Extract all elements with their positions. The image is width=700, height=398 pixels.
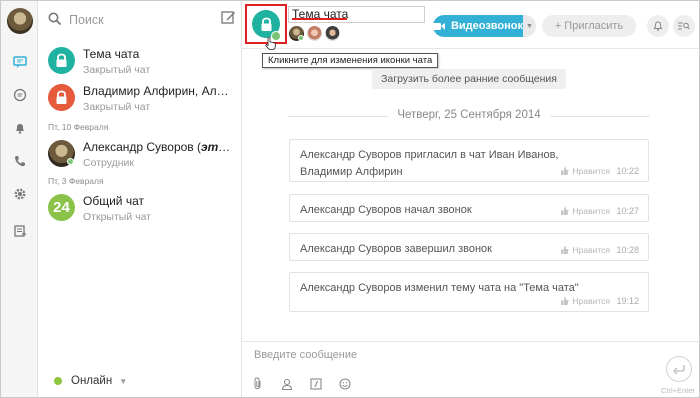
tooltip: Кликните для изменения иконки чата: [262, 53, 439, 68]
video-call-dropdown[interactable]: ▼: [523, 15, 536, 37]
enter-arrow-icon: [672, 364, 685, 374]
chat-item-name: Александр Суворов (это в...: [83, 140, 233, 154]
thumb-up-icon: [561, 207, 569, 215]
chat-item-tema[interactable]: Тема чата Закрытый чат: [38, 44, 242, 84]
day-separator: Четверг, 25 Сентября 2014: [288, 109, 650, 123]
avatar[interactable]: [289, 26, 304, 41]
search-input[interactable]: Поиск: [69, 13, 104, 27]
contacts-icon[interactable]: [11, 222, 28, 239]
chat-item-subtitle: Закрытый чат: [83, 101, 151, 113]
chat-list-panel: Поиск Тема чата Закрытый чат Владимир Ал…: [38, 1, 242, 397]
chat-item-name: Владимир Алфирин, Алекс...: [83, 84, 233, 98]
message-time: 10:27: [616, 206, 639, 216]
chat-item-subtitle: Закрытый чат: [83, 64, 151, 76]
chat-pane: Тема чата Видеозвонок ▼ + Пригласить Кли…: [242, 1, 699, 397]
message-text: Александр Суворов изменил тему чата на "…: [300, 282, 579, 294]
video-call-button[interactable]: Видеозвонок: [433, 15, 523, 37]
status-selector[interactable]: Онлайн ▼: [54, 375, 127, 387]
composer-tools: [251, 377, 351, 390]
avatar[interactable]: [307, 26, 322, 41]
invite-button[interactable]: + Пригласить: [542, 15, 636, 37]
member-avatars: [289, 26, 340, 41]
chat-avatar-number: 24: [48, 194, 75, 221]
message-text: Александр Суворов пригласил в чат Иван И…: [300, 149, 559, 178]
notifications-toggle-icon[interactable]: [647, 15, 669, 37]
message-time: 19:12: [616, 296, 639, 306]
chat-item-name: Тема чата: [83, 47, 140, 61]
status-label: Онлайн: [71, 375, 113, 387]
video-camera-icon: [433, 22, 445, 30]
message-item: Александр Суворов пригласил в чат Иван И…: [289, 139, 649, 182]
message-composer: Введите сообщение Ctrl+Enter: [242, 341, 699, 397]
chat-item-name: Общий чат: [83, 194, 144, 208]
avatar[interactable]: [325, 26, 340, 41]
message-input[interactable]: Введите сообщение: [254, 349, 357, 361]
my-avatar[interactable]: [7, 8, 33, 34]
date-header: Пт, 10 Февраля: [48, 122, 109, 132]
format-text-icon[interactable]: [309, 377, 322, 390]
like-button[interactable]: Нравится: [561, 245, 610, 255]
chat-header: Тема чата Видеозвонок ▼ + Пригласить: [242, 1, 699, 49]
search-messages-icon[interactable]: [673, 15, 695, 37]
load-earlier-button[interactable]: Загрузить более ранние сообщения: [372, 69, 566, 89]
thumb-up-icon: [561, 246, 569, 254]
header-actions: Видеозвонок ▼ + Пригласить: [433, 15, 695, 37]
attach-icon[interactable]: [251, 377, 264, 390]
thumb-up-icon: [561, 167, 569, 175]
search-icon: [48, 12, 62, 29]
bell-icon[interactable]: [11, 119, 28, 136]
online-indicator: [67, 158, 74, 165]
app-window: Поиск Тема чата Закрытый чат Владимир Ал…: [0, 0, 700, 398]
history-icon[interactable]: [11, 86, 28, 103]
send-button[interactable]: [666, 356, 692, 382]
chat-item-general[interactable]: 24 Общий чат Открытый чат: [38, 191, 242, 231]
chevron-down-icon: ▼: [119, 376, 128, 386]
chat-icon[interactable]: [11, 53, 28, 70]
hand-cursor-icon: [265, 36, 276, 53]
like-button[interactable]: Нравится: [561, 296, 610, 306]
chat-item-vladimir[interactable]: Владимир Алфирин, Алекс... Закрытый чат: [38, 81, 242, 121]
thumb-up-icon: [561, 297, 569, 305]
chat-item-subtitle: Сотрудник: [83, 157, 135, 169]
message-text: Александр Суворов завершил звонок: [300, 243, 492, 255]
phone-icon[interactable]: [11, 152, 28, 169]
like-button[interactable]: Нравится: [561, 166, 610, 176]
day-label: Четверг, 25 Сентября 2014: [397, 109, 541, 121]
message-time: 10:28: [616, 245, 639, 255]
lock-icon: [48, 47, 75, 74]
like-button[interactable]: Нравится: [561, 206, 610, 216]
compose-icon[interactable]: [221, 10, 236, 28]
mention-user-icon[interactable]: [280, 377, 293, 390]
date-header: Пт, 3 Февраля: [48, 176, 104, 186]
video-call-label: Видеозвонок: [450, 20, 523, 32]
message-time: 10:22: [616, 166, 639, 176]
chat-title-input[interactable]: Тема чата: [288, 6, 425, 23]
chat-item-subtitle: Открытый чат: [83, 211, 151, 223]
search-bar[interactable]: Поиск: [48, 9, 236, 31]
message-item: Александр Суворов начал звонок Нравится …: [289, 194, 649, 222]
message-item: Александр Суворов изменил тему чата на "…: [289, 272, 649, 312]
title-highlight: [292, 18, 347, 20]
message-text: Александр Суворов начал звонок: [300, 204, 472, 216]
gear-icon[interactable]: [11, 185, 28, 202]
emoji-icon[interactable]: [338, 377, 351, 390]
send-shortcut-hint: Ctrl+Enter: [661, 386, 695, 395]
lock-icon: [48, 84, 75, 111]
chat-item-suvorov[interactable]: Александр Суворов (это в... Сотрудник: [38, 137, 242, 177]
left-rail: [1, 1, 38, 397]
message-item: Александр Суворов завершил звонок Нравит…: [289, 233, 649, 261]
status-dot: [54, 377, 62, 385]
